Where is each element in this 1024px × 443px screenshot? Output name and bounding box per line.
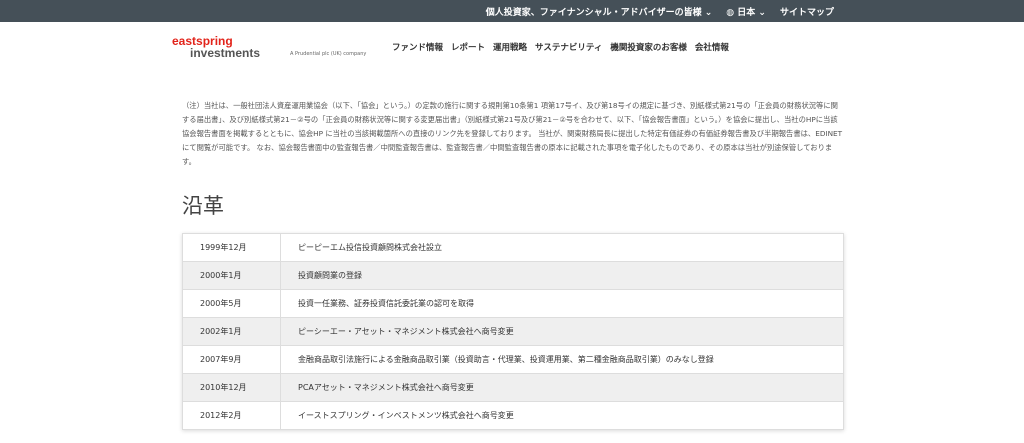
table-row: 2000年1月 投資顧問業の登録	[182, 261, 844, 290]
table-row: 2002年1月 ピーシーエー・アセット・マネジメント株式会社へ商号変更	[182, 317, 844, 346]
nav-strategies[interactable]: 運用戦略	[493, 41, 527, 53]
table-row: 2010年12月 PCAアセット・マネジメント株式会社へ商号変更	[182, 373, 844, 402]
nav-company[interactable]: 会社情報	[695, 41, 729, 53]
nav-sustainability[interactable]: サステナビリティ	[535, 41, 602, 53]
table-row: 1999年12月 ピーピーエム投信投資顧問株式会社設立	[182, 233, 844, 262]
globe-icon: ◍	[726, 7, 738, 18]
table-row: 2012年2月 イーストスプリング・インベストメンツ株式会社へ商号変更	[182, 401, 844, 430]
table-row: 2000年5月 投資一任業務、証券投資信託委託業の認可を取得	[182, 289, 844, 318]
header: eastspring investments A Prudential plc …	[0, 22, 1024, 72]
history-heading: 沿革	[182, 194, 224, 218]
main-nav: ファンド情報 レポート 運用戦略 サステナビリティ 機関投資家のお客様 会社情報	[392, 41, 729, 53]
sitemap-link[interactable]: サイトマップ	[780, 5, 834, 18]
audience-menu[interactable]: 個人投資家、ファイナンシャル・アドバイザーの皆様 ⌄	[486, 5, 713, 18]
language-menu[interactable]: ◍ 日本 ⌄	[726, 5, 766, 18]
logo[interactable]: eastspring investments	[172, 35, 282, 59]
prudential-tagline: A Prudential plc (UK) company	[290, 51, 367, 57]
nav-institutional[interactable]: 機関投資家のお客様	[610, 41, 687, 53]
top-bar: 個人投資家、ファイナンシャル・アドバイザーの皆様 ⌄ ◍ 日本 ⌄ サイトマップ	[0, 0, 1024, 22]
nav-reports[interactable]: レポート	[451, 41, 485, 53]
table-row: 2007年9月 金融商品取引法施行による金融商品取引業（投資助言・代理業、投資運用…	[182, 345, 844, 374]
history-table: 1999年12月 ピーピーエム投信投資顧問株式会社設立 2000年1月 投資顧問業の…	[182, 233, 844, 430]
disclosure-note: （注）当社は、一般社団法人資産運用業協会（以下、「協会」という。）の定款の施行に…	[182, 101, 843, 166]
nav-funds[interactable]: ファンド情報	[392, 41, 443, 53]
